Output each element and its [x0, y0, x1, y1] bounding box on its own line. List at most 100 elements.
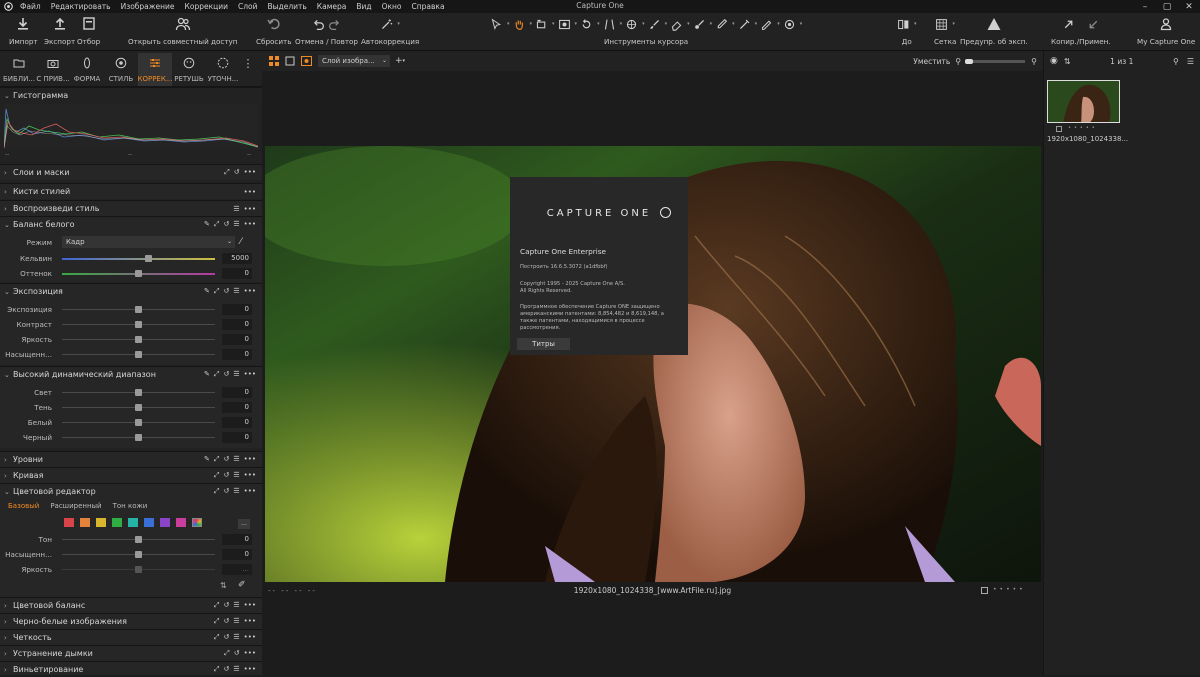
account-button[interactable]: My Capture One	[1137, 16, 1195, 46]
thumb-color-tag[interactable]	[1056, 126, 1062, 132]
zoom-slider[interactable]	[965, 58, 1026, 64]
annotation-icon[interactable]	[760, 18, 773, 31]
autocorrect-button[interactable]: ▾ Автокоррекция	[361, 16, 419, 46]
more-icon[interactable]: •••	[244, 370, 256, 379]
more-icon[interactable]: •••	[244, 601, 256, 610]
expand-icon[interactable]: ⤢	[214, 617, 220, 626]
menu-camera[interactable]: Камера	[312, 2, 352, 11]
exposure-value[interactable]: 0	[222, 304, 252, 315]
list-icon[interactable]: ☰	[233, 487, 239, 496]
apply-arrow-icon[interactable]	[1087, 18, 1100, 31]
contrast-value[interactable]: 0	[222, 319, 252, 330]
settings-sliders-icon[interactable]: ⇅	[220, 581, 227, 590]
browser-menu-icon[interactable]: ☰	[1187, 57, 1194, 66]
undo-redo-button[interactable]: Отмена / Повтор	[295, 16, 358, 46]
tab-capture[interactable]: С ПРИВ...	[36, 53, 70, 86]
expand-icon[interactable]: ⤢	[214, 633, 220, 642]
pan-hand-icon[interactable]	[513, 18, 526, 31]
color-picker-icon[interactable]: ✐	[238, 580, 246, 590]
reset-small-icon[interactable]: ↺	[223, 220, 229, 229]
menu-adjustments[interactable]: Коррекции	[180, 2, 233, 11]
white-value[interactable]: 0	[222, 417, 252, 428]
tab-advanced[interactable]: Расширенный	[50, 502, 101, 510]
list-icon[interactable]: ☰	[233, 205, 239, 213]
list-icon[interactable]: ☰	[233, 617, 239, 626]
more-icon[interactable]: •••	[244, 665, 256, 674]
exposure-header[interactable]: ⌄ Экспозиция ✎ ⤢ ↺ ☰ •••	[0, 284, 262, 299]
brightness-value[interactable]: 0	[222, 334, 252, 345]
contrast-slider[interactable]	[135, 321, 142, 328]
gradient-icon[interactable]	[693, 18, 706, 31]
swatch-purple[interactable]	[160, 518, 170, 527]
menu-select[interactable]: Выделить	[262, 2, 311, 11]
brush-icon[interactable]	[648, 18, 661, 31]
sort-icon[interactable]: ⇅	[1064, 57, 1071, 66]
wb-picker-icon[interactable]: ⁄	[240, 237, 242, 247]
select-button[interactable]: Отбор	[77, 16, 100, 46]
more-icon[interactable]: •••	[244, 617, 256, 626]
tab-skin-tone[interactable]: Тон кожи	[113, 502, 148, 510]
select-cursor-icon[interactable]	[490, 17, 503, 31]
eraser-icon[interactable]	[670, 18, 683, 31]
bw-header[interactable]: › Черно-белые изображения ⤢ ↺ ☰ •••	[0, 614, 262, 629]
black-slider[interactable]	[135, 434, 142, 441]
more-icon[interactable]: •••	[244, 168, 256, 177]
more-icon[interactable]: •••	[244, 220, 256, 229]
tab-retouch[interactable]: РЕТУШЬ	[172, 53, 206, 86]
pencil-icon[interactable]: ✎	[204, 455, 210, 464]
color-editor-header[interactable]: ⌄ Цветовой редактор ⤢ ↺ ☰ •••	[0, 484, 262, 499]
list-icon[interactable]: ☰	[233, 370, 239, 379]
reset-small-icon[interactable]: ↺	[223, 617, 229, 626]
reset-small-icon[interactable]: ↺	[223, 487, 229, 496]
reset-small-icon[interactable]: ↺	[223, 455, 229, 464]
spot-icon[interactable]	[625, 18, 638, 31]
wb-mode-select[interactable]: Кадр ⌄	[62, 236, 235, 248]
undo-icon[interactable]	[312, 18, 325, 31]
tab-basic[interactable]: Базовый	[8, 502, 39, 510]
grid-button[interactable]: ▾ Сетка	[934, 16, 956, 46]
color-picker-icon[interactable]	[783, 18, 796, 31]
color-tag-box[interactable]	[981, 587, 988, 594]
hdr-header[interactable]: ⌄ Высокий динамический диапазон ✎ ⤢ ↺ ☰ •••	[0, 367, 262, 382]
swatch-all[interactable]	[192, 518, 202, 527]
tabs-more-button[interactable]: ⋮	[240, 53, 256, 86]
kelvin-slider[interactable]	[145, 255, 152, 262]
wb-picker-icon[interactable]	[738, 18, 751, 31]
expand-icon[interactable]: ⤢	[214, 287, 220, 296]
exposure-slider[interactable]	[135, 306, 142, 313]
grid-view-icon[interactable]	[266, 53, 282, 69]
more-icon[interactable]: •••	[244, 633, 256, 642]
zoom-out-icon[interactable]: ⚲	[955, 57, 961, 66]
star-rating[interactable]: •••••	[993, 586, 1026, 593]
style-repro-header[interactable]: › Воспроизведи стиль ☰ •••	[0, 201, 262, 216]
close-icon[interactable]: ✕	[1178, 0, 1200, 13]
expand-icon[interactable]: ⤢	[214, 665, 220, 674]
app-logo-icon[interactable]	[2, 0, 15, 13]
list-icon[interactable]: ☰	[233, 633, 239, 642]
viewer-mode-icon[interactable]	[298, 53, 314, 69]
expand-icon[interactable]: ⤢	[214, 220, 220, 229]
layer-select[interactable]: Слой изобра... ⌄	[318, 55, 390, 67]
reset-small-icon[interactable]: ↺	[223, 665, 229, 674]
more-icon[interactable]: •••	[244, 649, 256, 658]
color-balance-header[interactable]: › Цветовой баланс ⤢ ↺ ☰ •••	[0, 598, 262, 613]
levels-header[interactable]: › Уровни ✎ ⤢ ↺ ☰ •••	[0, 452, 262, 467]
pencil-icon[interactable]: ✎	[204, 220, 210, 229]
single-view-icon[interactable]	[282, 53, 298, 69]
histogram-header[interactable]: ⌄ Гистограмма	[0, 88, 262, 103]
swatch-cyan[interactable]	[128, 518, 138, 527]
more-icon[interactable]: •••	[244, 287, 256, 296]
minimize-icon[interactable]: –	[1134, 0, 1156, 13]
swatch-blue[interactable]	[144, 518, 154, 527]
list-icon[interactable]: ☰	[233, 220, 239, 229]
white-slider[interactable]	[135, 419, 142, 426]
swatch-orange[interactable]	[80, 518, 90, 527]
reset-small-icon[interactable]: ↺	[223, 471, 229, 480]
more-icon[interactable]: •••	[244, 455, 256, 464]
menu-file[interactable]: Файл	[15, 2, 46, 11]
white-balance-header[interactable]: ⌄ Баланс белого ✎ ⤢ ↺ ☰ •••	[0, 217, 262, 232]
kelvin-value[interactable]: 5000	[222, 253, 252, 264]
shadows-value[interactable]: 0	[222, 402, 252, 413]
add-layer-icon[interactable]: + ▾	[392, 53, 408, 69]
expand-icon[interactable]: ⤢	[224, 168, 230, 177]
